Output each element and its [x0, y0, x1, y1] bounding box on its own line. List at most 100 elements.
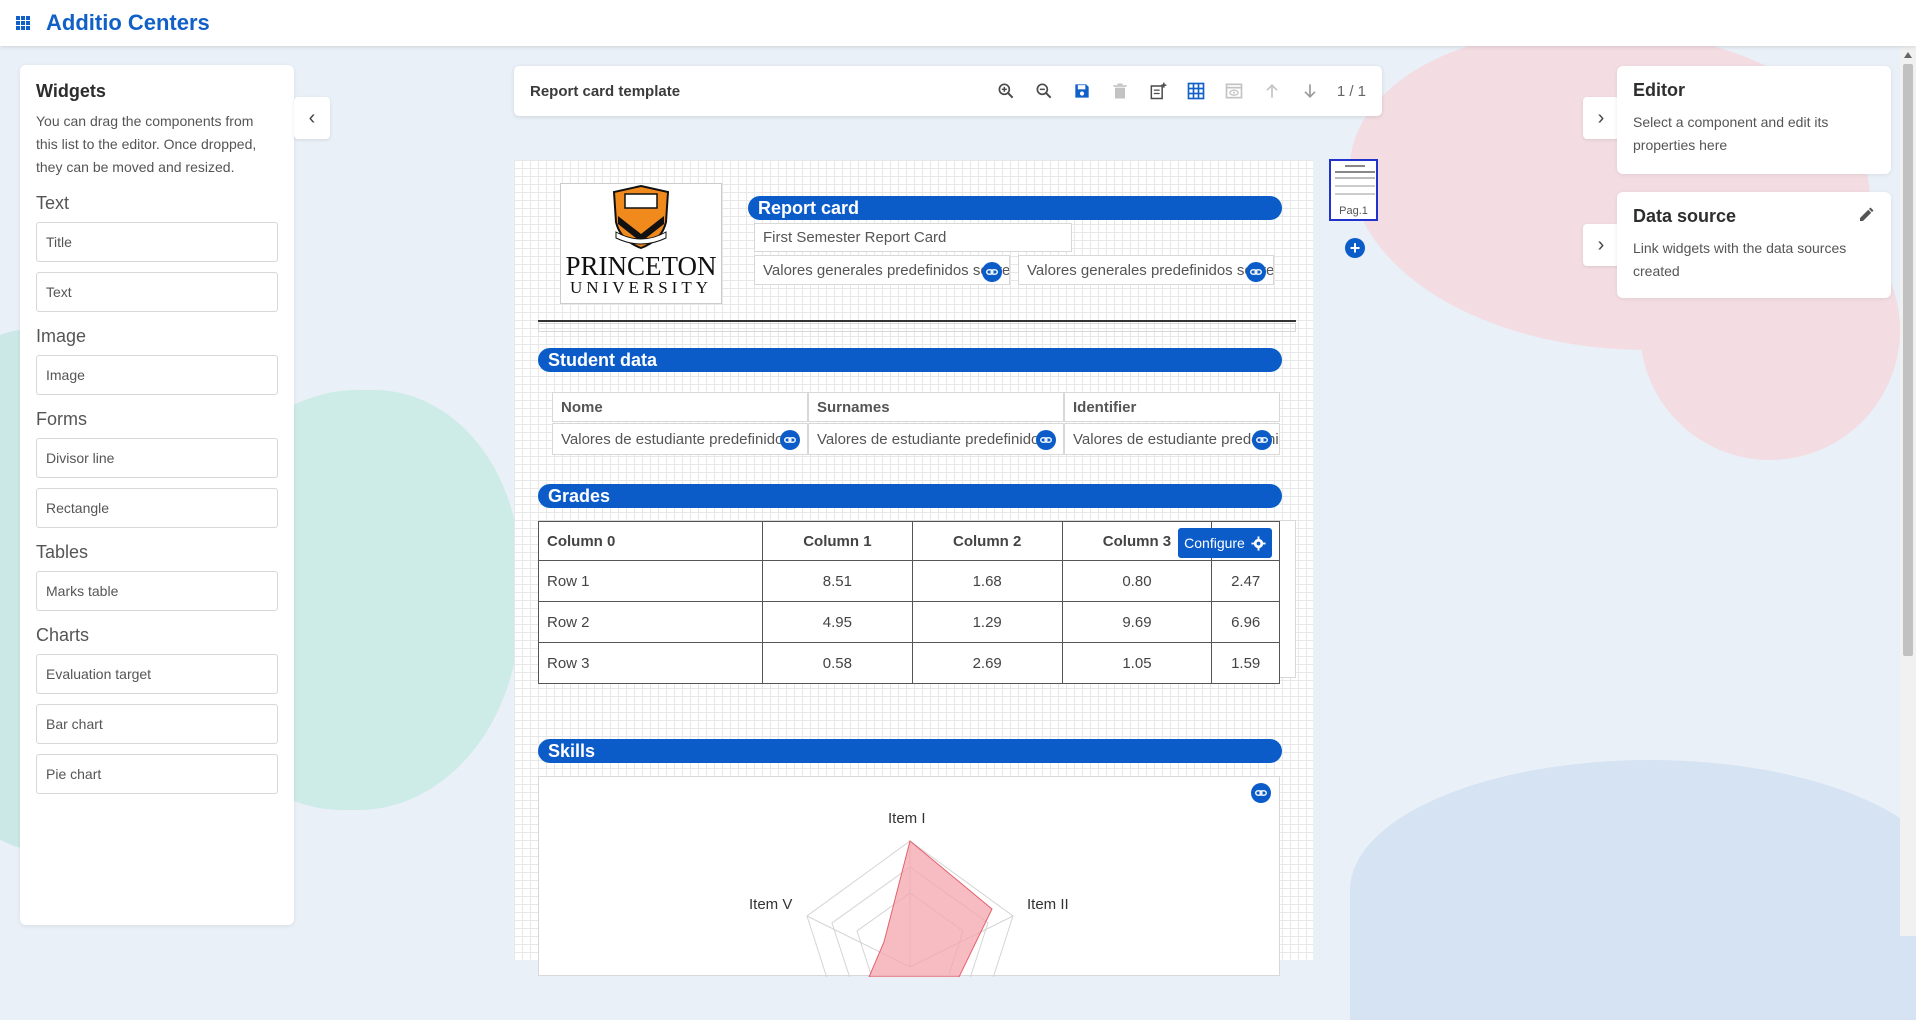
widget-bar-chart[interactable]: Bar chart — [36, 704, 278, 744]
student-value-identifier[interactable]: Valores de estudiante predefinidos — [1064, 423, 1280, 455]
grid-icon[interactable] — [1177, 72, 1215, 110]
radar-label-item-i: Item I — [888, 810, 926, 827]
report-card-title[interactable]: Report card — [748, 196, 1282, 220]
widgets-panel: Widgets You can drag the components from… — [20, 65, 294, 925]
pencil-icon[interactable] — [1857, 206, 1875, 224]
logo-subtitle: UNIVERSITY — [570, 279, 712, 297]
widgets-title: Widgets — [36, 81, 278, 102]
student-value-surnames[interactable]: Valores de estudiante predefinidos — [808, 423, 1064, 455]
widget-title[interactable]: Title — [36, 222, 278, 262]
radar-label-item-ii: Item II — [1027, 896, 1069, 913]
logo-name: PRINCETON — [565, 253, 716, 279]
skills-title[interactable]: Skills — [538, 739, 1282, 763]
widget-pie-chart[interactable]: Pie chart — [36, 754, 278, 794]
link-icon[interactable] — [1252, 430, 1272, 450]
student-value-name[interactable]: Valores de estudiante predefinidos — [552, 423, 808, 455]
general-field-1[interactable]: Valores generales predefinidos sobre — [754, 255, 1010, 285]
preview-icon[interactable] — [1215, 72, 1253, 110]
student-data-title[interactable]: Student data — [538, 348, 1282, 372]
student-header-surnames[interactable]: Surnames — [808, 392, 1064, 422]
link-icon[interactable] — [982, 262, 1002, 282]
link-icon[interactable] — [1036, 430, 1056, 450]
table-header-cell: Column 1 — [763, 522, 913, 561]
student-header-identifier[interactable]: Identifier — [1064, 392, 1280, 422]
section-text-label: Text — [36, 193, 278, 214]
table-cell: Row 2 — [539, 602, 763, 643]
expand-editor-button[interactable]: › — [1583, 97, 1619, 139]
configure-label: Configure — [1184, 535, 1245, 551]
table-cell: 8.51 — [763, 561, 913, 602]
table-cell: Row 3 — [539, 643, 763, 684]
template-name: Report card template — [530, 83, 987, 100]
table-header-cell: Column 2 — [912, 522, 1062, 561]
grades-title[interactable]: Grades — [538, 484, 1282, 508]
scroll-up-arrow[interactable] — [1904, 52, 1912, 58]
report-subtitle-field[interactable]: First Semester Report Card — [754, 223, 1072, 252]
report-page[interactable]: PRINCETON UNIVERSITY Report card First S… — [514, 160, 1313, 960]
delete-icon[interactable] — [1101, 72, 1139, 110]
editor-description: Select a component and edit its properti… — [1633, 111, 1875, 157]
chevron-right-icon: › — [1598, 234, 1605, 257]
page-scrollbar[interactable] — [1900, 46, 1916, 936]
chevron-right-icon: › — [1598, 107, 1605, 130]
table-row: Row 2 4.95 1.29 9.69 6.96 — [539, 602, 1280, 643]
zoom-out-icon[interactable] — [1025, 72, 1063, 110]
widget-rectangle[interactable]: Rectangle — [36, 488, 278, 528]
chevron-left-icon: ‹ — [309, 107, 316, 130]
datasource-description: Link widgets with the data sources creat… — [1633, 237, 1875, 283]
configure-button[interactable]: Configure — [1178, 528, 1272, 558]
divisor-line[interactable] — [538, 320, 1296, 322]
apps-grid-icon[interactable] — [16, 16, 30, 30]
arrow-up-icon[interactable] — [1253, 72, 1291, 110]
table-cell: 6.96 — [1212, 602, 1280, 643]
page-thumbnail[interactable]: Pag.1 — [1329, 159, 1378, 221]
scroll-thumb[interactable] — [1903, 64, 1913, 656]
table-cell: 0.80 — [1062, 561, 1212, 602]
app-title[interactable]: Additio Centers — [46, 10, 210, 36]
link-icon[interactable] — [1251, 783, 1271, 803]
table-cell: 1.29 — [912, 602, 1062, 643]
table-cell: 9.69 — [1062, 602, 1212, 643]
skills-chart-box[interactable]: Item I Item II Item V — [538, 776, 1280, 976]
arrow-down-icon[interactable] — [1291, 72, 1329, 110]
radar-chart — [539, 777, 1281, 977]
section-tables-label: Tables — [36, 542, 278, 563]
widget-divisor-line[interactable]: Divisor line — [36, 438, 278, 478]
widgets-description: You can drag the components from this li… — [36, 110, 278, 179]
widget-image[interactable]: Image — [36, 355, 278, 395]
student-header-name[interactable]: Nome — [552, 392, 808, 422]
add-page-button[interactable]: + — [1345, 238, 1365, 258]
table-cell: 1.59 — [1212, 643, 1280, 684]
princeton-logo[interactable]: PRINCETON UNIVERSITY — [560, 183, 722, 304]
save-icon[interactable] — [1063, 72, 1101, 110]
zoom-in-icon[interactable] — [987, 72, 1025, 110]
divisor-line-frame — [538, 323, 1296, 332]
widget-marks-table[interactable]: Marks table — [36, 571, 278, 611]
top-bar: Additio Centers — [0, 0, 1916, 46]
background-blob — [1350, 760, 1916, 1020]
expand-datasource-button[interactable]: › — [1583, 224, 1619, 266]
marks-table[interactable]: Column 0 Column 1 Column 2 Column 3 Row … — [538, 521, 1280, 684]
table-header-row: Column 0 Column 1 Column 2 Column 3 — [539, 522, 1280, 561]
table-cell: 4.95 — [763, 602, 913, 643]
editor-panel: Editor Select a component and edit its p… — [1617, 66, 1891, 174]
add-page-icon[interactable] — [1139, 72, 1177, 110]
collapse-widgets-button[interactable]: ‹ — [294, 97, 330, 139]
section-charts-label: Charts — [36, 625, 278, 646]
general-field-2[interactable]: Valores generales predefinidos sobre — [1018, 255, 1274, 285]
table-header-cell: Column 0 — [539, 522, 763, 561]
link-icon[interactable] — [780, 430, 800, 450]
section-image-label: Image — [36, 326, 278, 347]
widget-evaluation-target[interactable]: Evaluation target — [36, 654, 278, 694]
datasource-title: Data source — [1633, 206, 1875, 227]
plus-icon: + — [1350, 238, 1361, 259]
table-cell: 2.69 — [912, 643, 1062, 684]
editor-toolbar: Report card template 1 / 1 — [514, 66, 1382, 116]
link-icon[interactable] — [1246, 262, 1266, 282]
section-forms-label: Forms — [36, 409, 278, 430]
shield-icon — [610, 184, 672, 250]
gear-icon — [1251, 536, 1266, 551]
widget-text[interactable]: Text — [36, 272, 278, 312]
table-cell: 1.68 — [912, 561, 1062, 602]
table-row: Row 1 8.51 1.68 0.80 2.47 — [539, 561, 1280, 602]
